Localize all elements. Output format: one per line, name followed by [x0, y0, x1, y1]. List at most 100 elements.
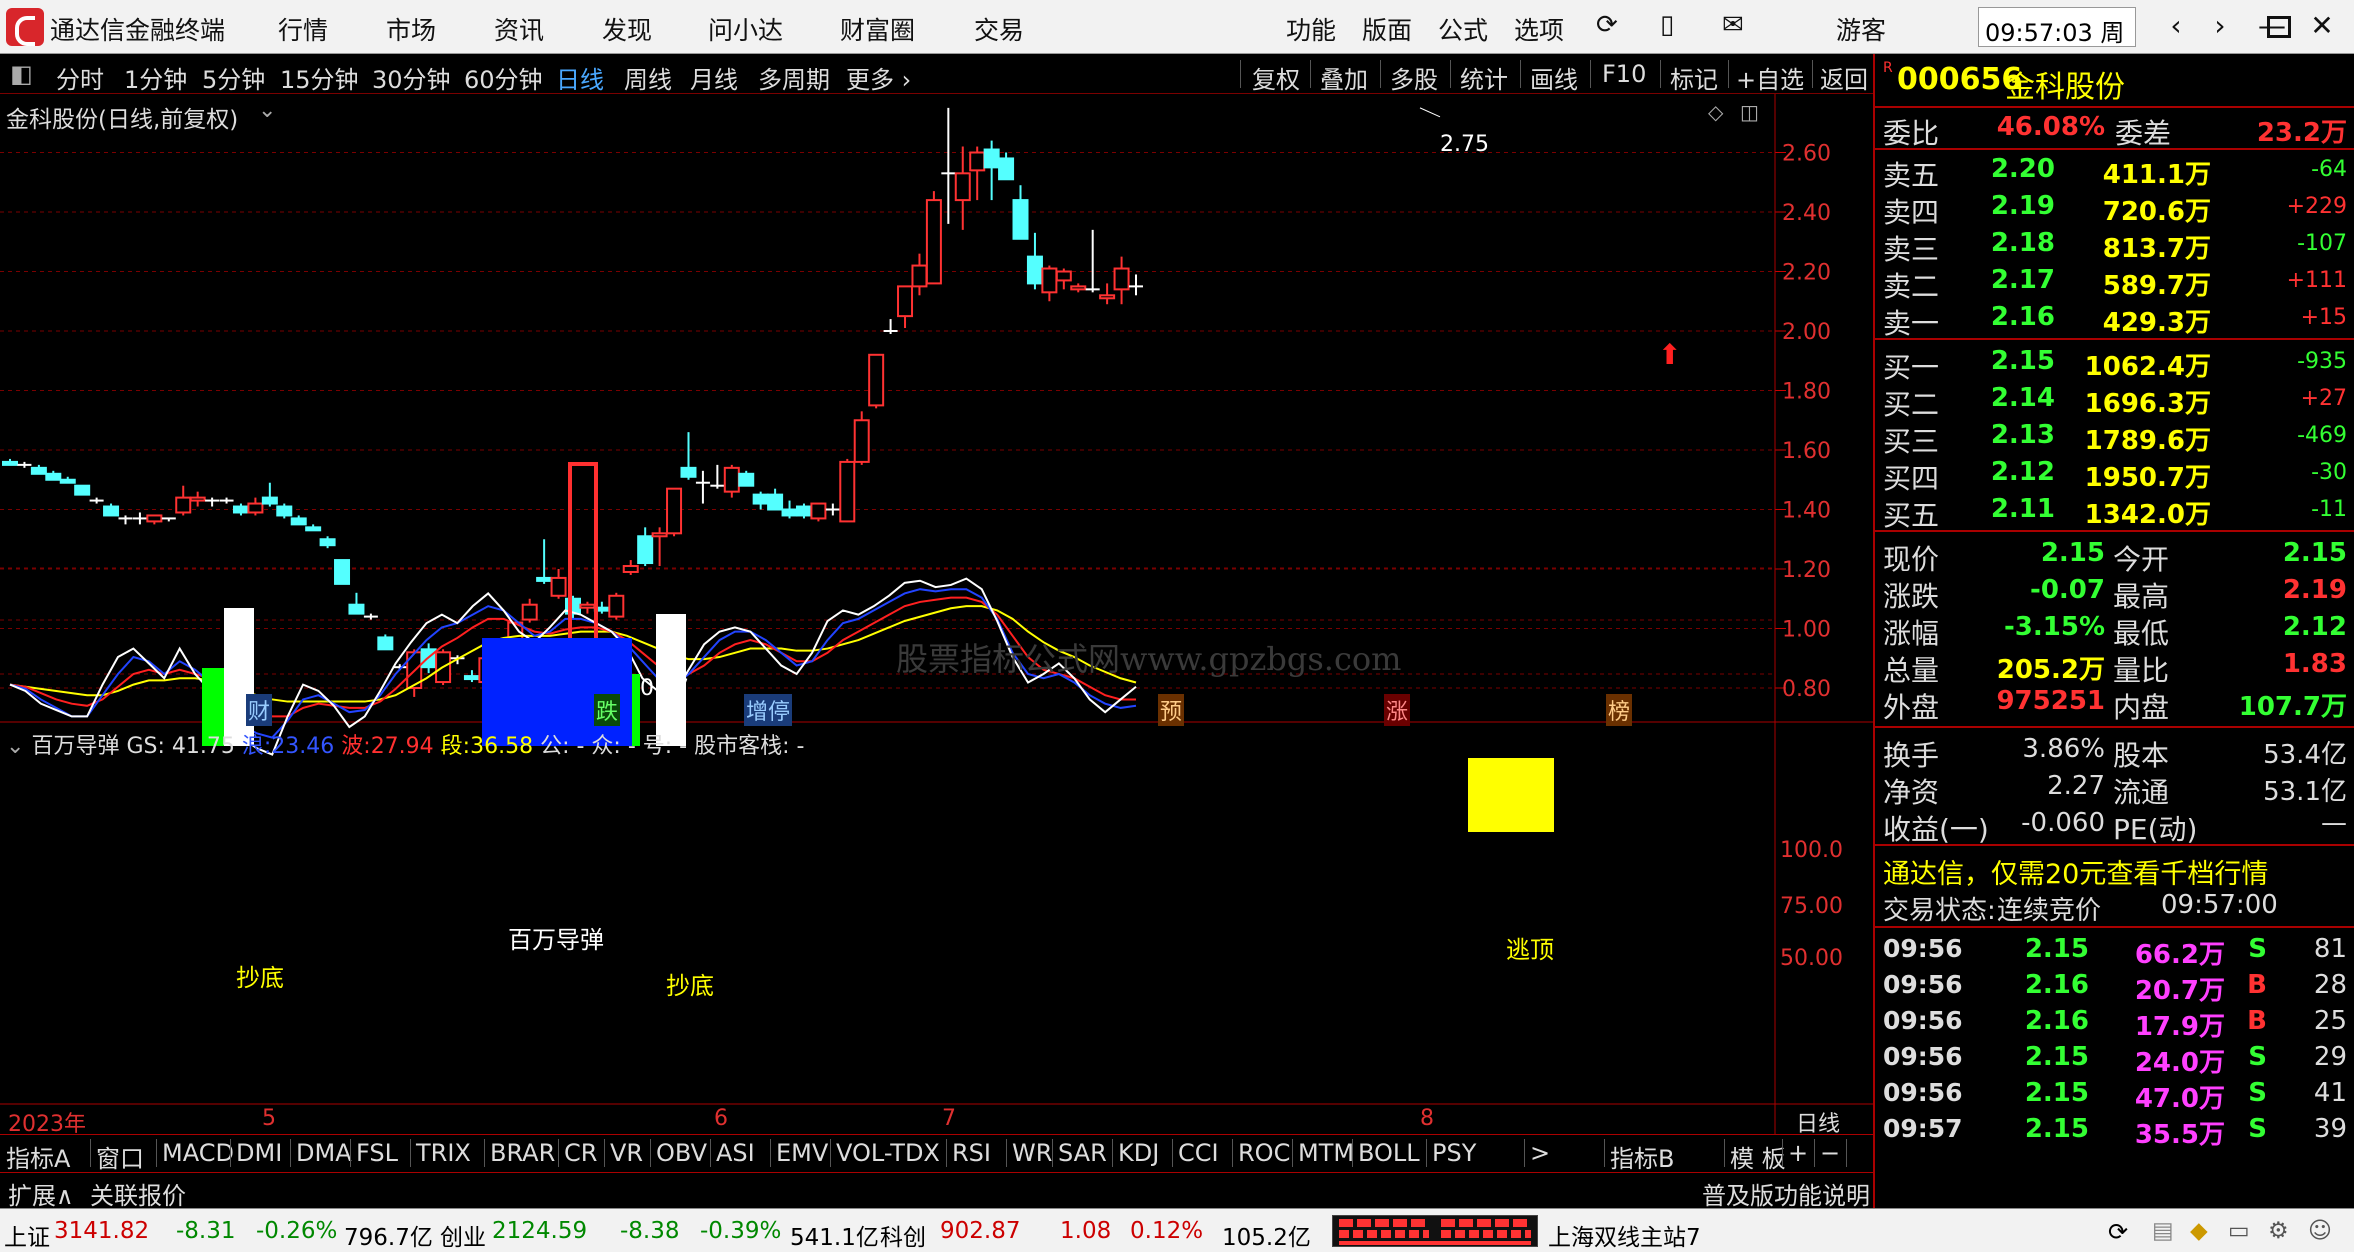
period-fenshi[interactable]: 分时	[56, 60, 104, 95]
phone-icon[interactable]: ▯	[1660, 10, 1674, 40]
related-quotes-button[interactable]: 关联报价	[90, 1176, 186, 1211]
indicator-tab[interactable]: CCI	[1178, 1139, 1219, 1167]
cy-index-name[interactable]: 创业	[440, 1218, 486, 1252]
kc-index-name[interactable]: 科创	[880, 1218, 926, 1252]
tool-duogu[interactable]: 多股	[1390, 60, 1438, 95]
bid-row[interactable]: 买一 2.15 1062.4万 -935	[1875, 344, 2354, 384]
sync-icon[interactable]: ⟳	[2108, 1218, 2128, 1246]
tick-row[interactable]: 09:56 2.16 17.9万 B 25	[1875, 1004, 2354, 1042]
tick-row[interactable]: 09:56 2.15 47.0万 S 41	[1875, 1076, 2354, 1114]
indicator-name[interactable]: 百万导弹	[31, 734, 119, 759]
maximize-icon[interactable]	[2257, 6, 2297, 46]
period-monthly[interactable]: 月线	[690, 60, 738, 95]
indicator-tab[interactable]: ROC	[1238, 1139, 1290, 1167]
indicator-tab[interactable]: 窗口	[96, 1139, 144, 1174]
tick-row[interactable]: 09:57 2.15 35.5万 S 39	[1875, 1112, 2354, 1150]
chat-icon[interactable]: ▭	[2228, 1218, 2250, 1244]
chart-options-icon[interactable]: ⌄	[258, 98, 276, 123]
indicator-tab[interactable]: −	[1820, 1139, 1840, 1167]
ask-row[interactable]: 卖一 2.16 429.3万 +15	[1875, 300, 2354, 340]
tick-row[interactable]: 09:56 2.16 20.7万 B 28	[1875, 968, 2354, 1006]
period-multi[interactable]: 多周期	[758, 60, 830, 95]
indicator-tab[interactable]: FSL	[356, 1139, 398, 1167]
diamond-icon[interactable]: ◇	[1708, 100, 1723, 124]
menu-jiaoyi[interactable]: 交易	[974, 11, 1024, 47]
period-weekly[interactable]: 周线	[624, 60, 672, 95]
menu-banmian[interactable]: 版面	[1362, 11, 1412, 47]
menu-shichang[interactable]: 市场	[386, 11, 436, 47]
bid-row[interactable]: 买五 2.11 1342.0万 -11	[1875, 492, 2354, 532]
sh-index-name[interactable]: 上证	[4, 1218, 50, 1252]
stat-row[interactable]: 外盘 975251 内盘 107.7万	[1875, 684, 2354, 724]
period-15min[interactable]: 15分钟	[280, 60, 359, 95]
menu-gongneng[interactable]: 功能	[1286, 11, 1336, 47]
period-5min[interactable]: 5分钟	[202, 60, 265, 95]
tool-f10[interactable]: F10	[1602, 60, 1646, 88]
indicator-tab[interactable]: MACD	[162, 1139, 234, 1167]
ask-row[interactable]: 卖三 2.18 813.7万 -107	[1875, 226, 2354, 266]
period-more[interactable]: 更多 ›	[846, 60, 911, 95]
menu-hangqing[interactable]: 行情	[278, 11, 328, 47]
indicator-tab[interactable]: WR	[1012, 1139, 1052, 1167]
ask-row[interactable]: 卖四 2.19 720.6万 +229	[1875, 189, 2354, 229]
tick-row[interactable]: 09:56 2.15 66.2万 S 81	[1875, 932, 2354, 970]
tool-fuquan[interactable]: 复权	[1252, 60, 1300, 95]
event-zengting[interactable]: 增停	[744, 694, 793, 726]
event-die[interactable]: 跌	[594, 694, 621, 726]
stat2-row[interactable]: 净资 2.27 流通 53.1亿	[1875, 769, 2354, 809]
period-1min[interactable]: 1分钟	[124, 60, 187, 95]
event-yu[interactable]: 预	[1158, 694, 1185, 726]
indicator-tab[interactable]: EMV	[776, 1139, 828, 1167]
stock-name[interactable]: 金科股份	[2005, 62, 2125, 106]
indicator-tab[interactable]: DMA	[296, 1139, 352, 1167]
indicator-tab[interactable]: ASI	[716, 1139, 755, 1167]
lock-icon[interactable]: ▤	[2152, 1218, 2174, 1244]
window-restore-icon[interactable]: ◫	[1740, 100, 1759, 124]
tool-diejia[interactable]: 叠加	[1320, 60, 1368, 95]
menu-faxian[interactable]: 发现	[602, 11, 652, 47]
indicator-tab[interactable]: 指标A	[6, 1139, 70, 1174]
indicator-tab[interactable]: RSI	[952, 1139, 991, 1167]
panel-toggle-icon[interactable]: ◧	[10, 60, 33, 88]
ask-row[interactable]: 卖二 2.17 589.7万 +111	[1875, 263, 2354, 303]
stock-code[interactable]: 000656	[1897, 62, 2022, 97]
close-icon[interactable]: ✕	[2302, 6, 2342, 46]
settings-icon[interactable]: ⚙	[2268, 1218, 2289, 1244]
indicator-tab[interactable]: SAR	[1058, 1139, 1107, 1167]
bid-row[interactable]: 买二 2.14 1696.3万 +27	[1875, 381, 2354, 421]
bell-icon[interactable]: ◆	[2190, 1218, 2208, 1244]
indicator-tab[interactable]: BOLL	[1358, 1139, 1420, 1167]
menu-zixun[interactable]: 资讯	[494, 11, 544, 47]
back-arrow-icon[interactable]: ‹	[2156, 6, 2196, 46]
tick-row[interactable]: 09:56 2.15 24.0万 S 29	[1875, 1040, 2354, 1078]
indicator-tab[interactable]: VR	[610, 1139, 643, 1167]
promo-row[interactable]: 通达信，仅需20元查看千档行情	[1875, 850, 2354, 890]
menu-wenxiaoda[interactable]: 问小达	[708, 11, 783, 47]
indicator-tab[interactable]: MTM	[1298, 1139, 1354, 1167]
indicator-tab[interactable]: 指标B	[1610, 1139, 1674, 1174]
menu-gongshi[interactable]: 公式	[1438, 11, 1488, 47]
stat2-row[interactable]: 换手 3.86% 股本 53.4亿	[1875, 732, 2354, 772]
indicator-tab[interactable]: 模 板	[1730, 1139, 1786, 1174]
bid-row[interactable]: 买四 2.12 1950.7万 -30	[1875, 455, 2354, 495]
indicator-collapse-icon[interactable]: ⌄	[6, 734, 31, 759]
tool-tongji[interactable]: 统计	[1460, 60, 1508, 95]
forward-arrow-icon[interactable]: ›	[2200, 6, 2240, 46]
period-30min[interactable]: 30分钟	[372, 60, 451, 95]
indicator-tab[interactable]: CR	[564, 1139, 597, 1167]
event-zhang[interactable]: 涨	[1384, 694, 1411, 726]
stat-row[interactable]: 涨幅 -3.15% 最低 2.12	[1875, 610, 2354, 650]
indicator-tab[interactable]: +	[1788, 1139, 1808, 1167]
server-status[interactable]: 上海双线主站7	[1548, 1218, 1701, 1252]
stat-row[interactable]: 涨跌 -0.07 最高 2.19	[1875, 573, 2354, 613]
event-bang[interactable]: 榜	[1606, 694, 1633, 726]
indicator-tab[interactable]: OBV	[656, 1139, 707, 1167]
refresh-icon[interactable]: ⟳	[1596, 10, 1618, 40]
period-60min[interactable]: 60分钟	[464, 60, 543, 95]
indicator-tab[interactable]: >	[1530, 1139, 1550, 1167]
tool-fanhui[interactable]: 返回	[1820, 60, 1868, 95]
mail-icon[interactable]: ✉	[1722, 10, 1744, 40]
tool-huaxian[interactable]: 画线	[1530, 60, 1578, 95]
expand-button[interactable]: 扩展∧	[8, 1176, 74, 1211]
ask-row[interactable]: 卖五 2.20 411.1万 -64	[1875, 152, 2354, 192]
